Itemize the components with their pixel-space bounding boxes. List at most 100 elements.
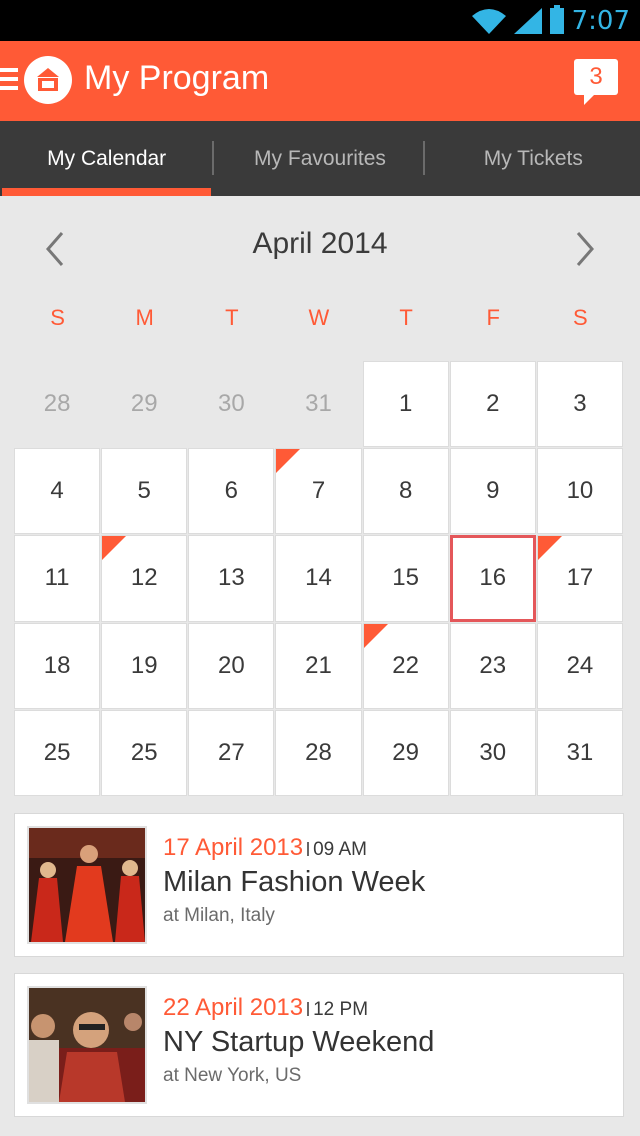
calendar-day[interactable]: 31	[275, 361, 361, 447]
divider	[307, 842, 310, 856]
event-card[interactable]: 17 April 2013 09 AM Milan Fashion Week at…	[14, 813, 624, 957]
event-time: 12 PM	[313, 999, 369, 1020]
calendar-day[interactable]: 28	[275, 709, 362, 796]
event-time: 09 AM	[313, 839, 367, 860]
divider	[307, 1002, 310, 1016]
wifi-icon	[471, 8, 506, 34]
calendar-day[interactable]: 27	[188, 709, 275, 796]
day-number: 30	[479, 738, 507, 766]
weekday-label: T	[225, 305, 239, 330]
calendar-day[interactable]: 20	[188, 622, 275, 709]
calendar-day-today[interactable]: 16	[449, 535, 536, 622]
event-meta: 22 April 2013 12 PM NY Startup Weekend at…	[163, 994, 434, 1087]
calendar-day[interactable]: 22	[362, 622, 449, 709]
calendar-day[interactable]: 12	[101, 535, 188, 622]
tab-bar: My Calendar My Favourites My Tickets	[0, 121, 640, 196]
tab-divider	[423, 141, 425, 175]
calendar-day[interactable]: 30	[188, 361, 274, 447]
day-number: 21	[305, 651, 332, 679]
weekday-label: W	[308, 305, 330, 330]
day-number: 31	[566, 738, 594, 766]
calendar-day[interactable]: 31	[536, 709, 623, 796]
calendar-day[interactable]: 23	[449, 622, 536, 709]
day-number: 10	[566, 477, 594, 505]
calendar-grid: 28 29 30 31 1 2 3 4 5 6 7 8 9 10 11 12 13 14 15 16 17 18 19 20 2…	[14, 361, 624, 797]
day-number: 5	[137, 477, 151, 505]
day-number: 15	[392, 564, 419, 592]
menu-icon[interactable]	[0, 68, 18, 90]
event-thumbnail	[27, 986, 147, 1104]
notification-badge[interactable]: 3	[574, 59, 618, 105]
calendar-day[interactable]: 15	[362, 535, 449, 622]
event-card[interactable]: 22 April 2013 12 PM NY Startup Weekend at…	[14, 973, 624, 1117]
day-number: 28	[305, 738, 332, 766]
day-number: 16	[479, 564, 507, 592]
weekday-label: S	[572, 305, 588, 330]
calendar-day[interactable]: 11	[14, 535, 101, 622]
day-number: 22	[392, 651, 419, 679]
calendar-day[interactable]: 7	[275, 448, 362, 535]
day-number: 31	[305, 390, 332, 418]
calendar-day[interactable]: 25	[14, 709, 101, 796]
month-navigation: April 2014	[0, 215, 640, 279]
signal-icon	[513, 7, 542, 34]
calendar-day[interactable]: 2	[449, 361, 536, 448]
day-number: 9	[486, 477, 500, 505]
app-logo-icon[interactable]	[24, 56, 72, 104]
day-number: 23	[479, 651, 507, 679]
calendar-day[interactable]: 24	[536, 622, 623, 709]
calendar-day[interactable]: 18	[14, 622, 101, 709]
calendar-day[interactable]: 1	[362, 361, 449, 448]
day-number: 11	[44, 564, 70, 592]
month-title: April 2014	[252, 227, 388, 260]
calendar-day[interactable]: 30	[449, 709, 536, 796]
day-number: 6	[224, 477, 239, 505]
calendar-day[interactable]: 28	[14, 361, 100, 447]
event-marker-icon	[102, 536, 127, 561]
calendar-day[interactable]: 4	[14, 448, 101, 535]
calendar-day[interactable]: 8	[362, 448, 449, 535]
day-number: 8	[398, 477, 413, 505]
calendar-day[interactable]: 25	[101, 709, 188, 796]
calendar-day[interactable]: 13	[188, 535, 275, 622]
event-name: NY Startup Weekend	[163, 1026, 435, 1058]
status-bar: 7:07	[0, 0, 640, 41]
event-location: at Milan, Italy	[163, 905, 275, 926]
calendar-day[interactable]: 5	[101, 448, 188, 535]
tab-label: My Favourites	[254, 146, 386, 170]
calendar-day[interactable]: 9	[449, 448, 536, 535]
weekday-label: S	[50, 305, 65, 330]
event-thumbnail	[27, 826, 147, 944]
status-time: 7:07	[571, 5, 630, 36]
weekday-label: M	[135, 305, 154, 330]
day-number: 3	[573, 390, 587, 418]
tab-my-tickets[interactable]: My Tickets	[427, 121, 640, 196]
day-number: 7	[311, 477, 326, 505]
calendar-day[interactable]: 21	[275, 622, 362, 709]
calendar-day[interactable]: 17	[536, 535, 623, 622]
day-number: 25	[43, 738, 71, 766]
day-number: 4	[50, 477, 64, 505]
calendar-day[interactable]: 19	[101, 622, 188, 709]
day-number: 12	[130, 564, 158, 592]
day-number: 19	[130, 651, 158, 679]
event-location: at New York, US	[163, 1065, 302, 1086]
day-number: 29	[392, 738, 419, 766]
calendar-day[interactable]: 6	[188, 448, 275, 535]
calendar-day[interactable]: 10	[536, 448, 623, 535]
chevron-right-icon[interactable]	[564, 229, 604, 269]
battery-icon	[549, 4, 564, 34]
calendar-day[interactable]: 29	[101, 361, 187, 447]
tab-my-calendar[interactable]: My Calendar	[0, 121, 213, 196]
weekday-label: T	[399, 305, 413, 330]
day-number: 2	[486, 390, 500, 418]
event-marker-icon	[537, 536, 562, 561]
event-date: 22 April 2013	[163, 994, 304, 1021]
day-number: 25	[130, 738, 158, 766]
calendar-day[interactable]: 14	[275, 535, 362, 622]
event-name: Milan Fashion Week	[163, 866, 426, 898]
calendar-day[interactable]: 29	[362, 709, 449, 796]
calendar-day[interactable]: 3	[536, 361, 623, 448]
tab-my-favourites[interactable]: My Favourites	[213, 121, 426, 196]
day-number: 17	[566, 564, 594, 592]
